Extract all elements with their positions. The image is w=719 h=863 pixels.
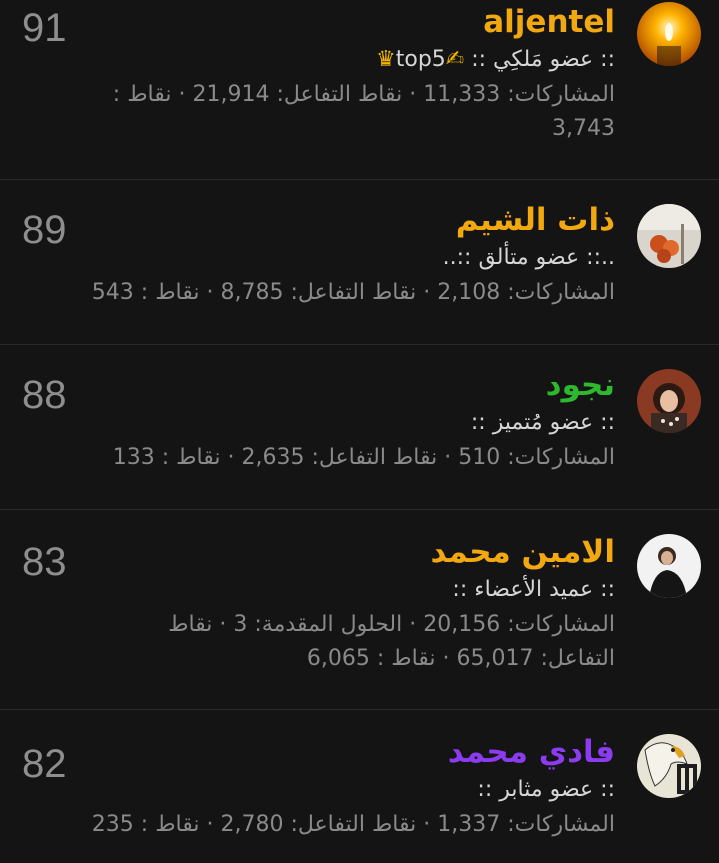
member-name[interactable]: فادي محمد [35, 732, 615, 772]
stats-line: التفاعل: 65,017 · نقاط : 6,065 [306, 646, 615, 671]
stats-line: 3,743 [552, 116, 615, 141]
avatar[interactable] [637, 204, 701, 268]
man-avatar-icon [637, 534, 701, 598]
rank-title: :: عضو مُتميز :: [470, 410, 615, 435]
member-rank: :: عضو مَلكِي :: ♛top5✍ [35, 44, 615, 76]
rank-title: ..:: عضو متألق ::.. [442, 245, 615, 270]
member-stats: المشاركات: 20,156 · الحلول المقدمة: 3 · … [35, 608, 615, 676]
list-item[interactable]: 88 نجود :: عضو مُتميز :: المشاركات: 510 … [0, 345, 719, 510]
member-stats: المشاركات: 510 · نقاط التفاعل: 2,635 · ن… [35, 441, 615, 475]
rank-title: :: عضو مَلكِي :: [471, 47, 615, 72]
list-item[interactable]: 91 aljentel :: عضو مَلكِي :: ♛top5✍ المش… [0, 0, 719, 180]
avatar[interactable] [637, 534, 701, 598]
rank-tag: top5 [395, 47, 446, 72]
member-name[interactable]: aljentel [35, 2, 615, 42]
member-name[interactable]: ذات الشيم [35, 200, 615, 240]
stats-line: المشاركات: 1,337 · نقاط التفاعل: 2,780 ·… [91, 812, 615, 837]
stats-line: المشاركات: 510 · نقاط التفاعل: 2,635 · ن… [112, 445, 615, 470]
member-rank: :: عضو مُتميز :: [35, 407, 615, 439]
member-stats: المشاركات: 2,108 · نقاط التفاعل: 8,785 ·… [35, 276, 615, 310]
member-name[interactable]: الامين محمد [35, 532, 615, 572]
member-stats: المشاركات: 1,337 · نقاط التفاعل: 2,780 ·… [35, 808, 615, 842]
leaderboard-list: 91 aljentel :: عضو مَلكِي :: ♛top5✍ المش… [0, 0, 719, 863]
writing-hand-icon: ✍ [445, 47, 465, 72]
avatar[interactable] [637, 734, 701, 798]
child-avatar-icon [637, 369, 701, 433]
rank-title: :: عميد الأعضاء :: [452, 577, 615, 602]
member-rank: :: عميد الأعضاء :: [35, 574, 615, 606]
list-item[interactable]: 89 ذات الشيم ..:: عضو متألق ::.. المشارك… [0, 180, 719, 345]
avatar[interactable] [637, 2, 701, 66]
avatar[interactable] [637, 369, 701, 433]
eagle-avatar-icon [637, 734, 701, 798]
member-name[interactable]: نجود [35, 365, 615, 405]
stats-line: المشاركات: 20,156 · الحلول المقدمة: 3 · … [168, 612, 615, 637]
list-item[interactable]: 83 الامين محمد :: عميد الأعضاء :: المشار… [0, 510, 719, 710]
stats-line: المشاركات: 2,108 · نقاط التفاعل: 8,785 ·… [91, 280, 615, 305]
candle-avatar-icon [637, 2, 701, 66]
rank-title: :: عضو مثابر :: [477, 777, 615, 802]
list-item[interactable]: 82 فادي محمد :: عضو مثابر :: المشاركات: … [0, 710, 719, 863]
member-rank: :: عضو مثابر :: [35, 774, 615, 806]
flowers-avatar-icon [637, 204, 701, 268]
crown-icon: ♛ [376, 47, 396, 72]
member-stats: المشاركات: 11,333 · نقاط التفاعل: 21,914… [35, 78, 615, 146]
stats-line: المشاركات: 11,333 · نقاط التفاعل: 21,914… [112, 82, 615, 107]
member-rank: ..:: عضو متألق ::.. [35, 242, 615, 274]
